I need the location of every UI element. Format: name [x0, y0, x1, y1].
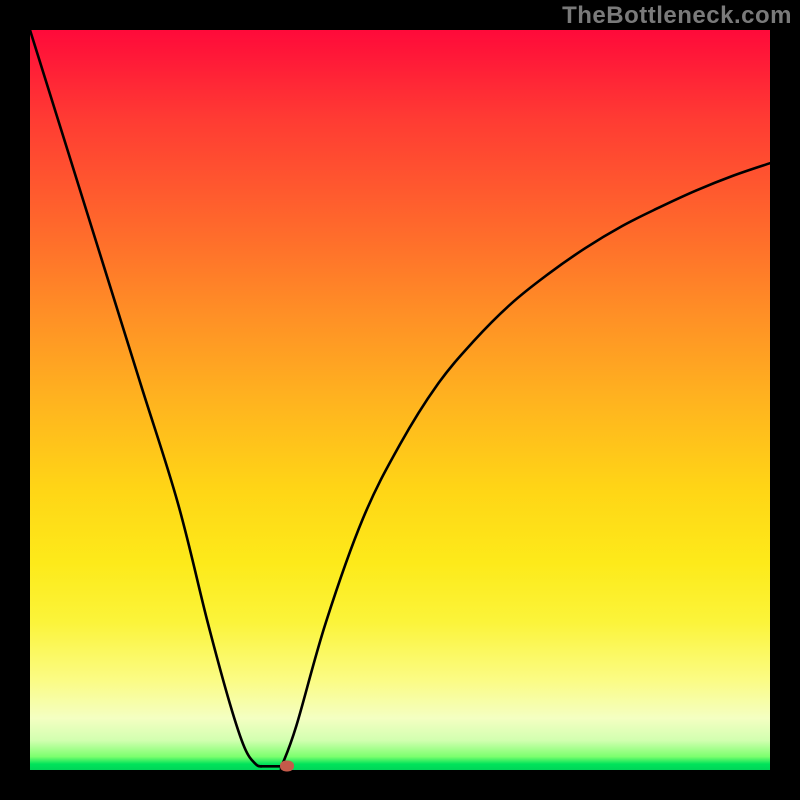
minimum-marker — [280, 761, 294, 772]
bottleneck-curve — [30, 30, 770, 770]
watermark-text: TheBottleneck.com — [562, 2, 792, 30]
curve-svg — [30, 30, 770, 770]
chart-frame: TheBottleneck.com — [0, 0, 800, 800]
plot-area — [30, 30, 770, 770]
